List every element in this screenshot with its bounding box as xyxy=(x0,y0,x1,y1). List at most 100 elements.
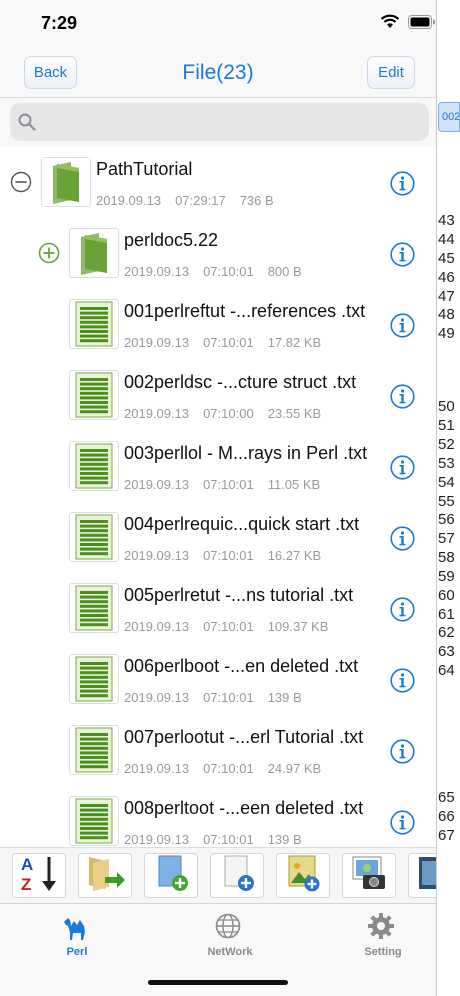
line-number: 47 xyxy=(438,288,455,305)
folder-icon xyxy=(69,228,119,278)
tab-perl[interactable]: Perl xyxy=(27,910,127,960)
edit-button[interactable]: Edit xyxy=(367,56,415,89)
text-file-icon xyxy=(69,796,119,846)
add-image-file-button[interactable] xyxy=(276,853,330,898)
file-row[interactable]: 002perldsc -...cture struct .txt 2019.09.… xyxy=(0,360,436,431)
background-tab[interactable]: 002 xyxy=(438,102,460,132)
info-icon[interactable] xyxy=(390,455,415,480)
navigation-bar: Back File(23) Edit xyxy=(0,48,436,98)
file-name: 008perltoot -...een deleted .txt xyxy=(124,798,364,818)
file-meta: 2019.09.13 07:10:01 109.37 KB xyxy=(124,619,342,634)
file-row[interactable]: 004perlrequic...quick start .txt 2019.09.… xyxy=(0,502,436,573)
info-icon[interactable] xyxy=(390,526,415,551)
line-number: 66 xyxy=(438,808,455,825)
info-icon[interactable] xyxy=(390,668,415,693)
file-size: 23.55 KB xyxy=(267,406,322,421)
file-size: 11.05 KB xyxy=(267,477,321,492)
text-file-icon xyxy=(69,299,119,349)
line-number: 51 xyxy=(438,417,455,434)
info-icon[interactable] xyxy=(390,313,415,338)
app-screen: 002 43 44 45 46 47 48 49 50 51 52 53 54 55 56 57 58 59 60… xyxy=(0,0,460,996)
file-size: 800 B xyxy=(267,264,302,279)
line-number: 60 xyxy=(438,587,455,604)
line-number: 48 xyxy=(438,306,455,323)
file-size: 139 B xyxy=(267,690,302,705)
tab-network[interactable]: NetWork xyxy=(180,910,280,960)
search-icon xyxy=(18,113,36,131)
file-meta: 2019.09.13 07:10:01 17.82 KB xyxy=(124,335,335,350)
info-icon[interactable] xyxy=(390,384,415,409)
line-number: 53 xyxy=(438,455,455,472)
info-icon[interactable] xyxy=(390,242,415,267)
text-file-icon xyxy=(69,441,119,491)
move-folder-icon xyxy=(83,853,127,898)
folder-icon xyxy=(41,157,91,207)
line-number: 59 xyxy=(438,568,455,585)
info-icon[interactable] xyxy=(390,739,415,764)
tab-setting[interactable]: Setting xyxy=(333,910,433,960)
line-number: 52 xyxy=(438,436,455,453)
action-toolbar: A Z xyxy=(0,847,436,903)
file-row[interactable]: 006perlboot -...en deleted .txt 2019.09.1… xyxy=(0,644,436,715)
file-date: 2019.09.13 xyxy=(124,619,190,634)
file-name: 005perlretut -...ns tutorial .txt xyxy=(124,585,354,605)
file-name: 004perlrequic...quick start .txt xyxy=(124,514,360,534)
move-folder-button[interactable] xyxy=(78,853,132,898)
file-date: 2019.09.13 xyxy=(124,548,190,563)
info-icon[interactable] xyxy=(390,810,415,835)
file-row[interactable]: 001perlreftut -...references .txt 2019.09… xyxy=(0,289,436,360)
file-time: 07:10:01 xyxy=(203,832,254,847)
collapse-icon[interactable] xyxy=(10,171,32,193)
camel-icon xyxy=(61,912,93,947)
file-size: 139 B xyxy=(267,832,302,847)
file-name: 007perlootut -...erl Tutorial .txt xyxy=(124,727,364,747)
file-date: 2019.09.13 xyxy=(124,264,190,279)
folder-row[interactable]: PathTutorial 2019.09.13 07:29:17 736 B xyxy=(0,147,436,218)
file-meta: 2019.09.13 07:10:01 800 B xyxy=(124,264,316,279)
file-meta: 2019.09.13 07:10:01 11.05 KB xyxy=(124,477,334,492)
gallery-icon xyxy=(413,853,436,898)
status-time: 7:29 xyxy=(41,13,78,33)
file-time: 07:10:01 xyxy=(203,761,254,776)
search-bar xyxy=(0,98,436,146)
file-row[interactable]: 005perlretut -...ns tutorial .txt 2019.09… xyxy=(0,573,436,644)
file-meta: 2019.09.13 07:10:01 16.27 KB xyxy=(124,548,335,563)
folder-row[interactable]: perldoc5.22 2019.09.13 07:10:01 800 B xyxy=(0,218,436,289)
file-date: 2019.09.13 xyxy=(124,761,190,776)
file-row[interactable]: 003perllol - M...rays in Perl .txt 2019.0… xyxy=(0,431,436,502)
file-date: 2019.09.13 xyxy=(124,690,190,705)
text-file-icon xyxy=(69,370,119,420)
text-file-icon xyxy=(69,583,119,633)
line-number: 56 xyxy=(438,511,455,528)
expand-icon[interactable] xyxy=(38,242,60,264)
sort-az-button[interactable]: A Z xyxy=(12,853,66,898)
line-number: 63 xyxy=(438,643,455,660)
file-row[interactable]: 007perlootut -...erl Tutorial .txt 2019.0… xyxy=(0,715,436,786)
camera-photo-button[interactable] xyxy=(342,853,396,898)
line-number: 55 xyxy=(438,493,455,510)
tab-label: NetWork xyxy=(207,946,253,958)
info-icon[interactable] xyxy=(390,597,415,622)
line-number: 57 xyxy=(438,530,455,547)
text-file-icon xyxy=(69,725,119,775)
file-date: 2019.09.13 xyxy=(124,477,190,492)
add-blank-file-button[interactable] xyxy=(210,853,264,898)
file-date: 2019.09.13 xyxy=(96,193,162,208)
info-icon[interactable] xyxy=(390,171,415,196)
new-file-button[interactable] xyxy=(144,853,198,898)
svg-text:A: A xyxy=(21,855,33,874)
file-time: 07:10:01 xyxy=(203,548,254,563)
gallery-button[interactable] xyxy=(408,853,436,898)
sort-az-icon: A Z xyxy=(17,853,61,898)
file-name: PathTutorial xyxy=(96,159,193,179)
file-name: 006perlboot -...en deleted .txt xyxy=(124,656,359,676)
file-name: 001perlreftut -...references .txt xyxy=(124,301,366,321)
line-number: 62 xyxy=(438,624,455,641)
file-time: 07:10:01 xyxy=(203,335,254,350)
home-indicator xyxy=(148,980,288,985)
search-input[interactable] xyxy=(10,103,429,141)
tab-label: Setting xyxy=(364,946,402,958)
file-meta: 2019.09.13 07:29:17 736 B xyxy=(96,193,288,208)
file-size: 736 B xyxy=(239,193,274,208)
file-date: 2019.09.13 xyxy=(124,406,190,421)
